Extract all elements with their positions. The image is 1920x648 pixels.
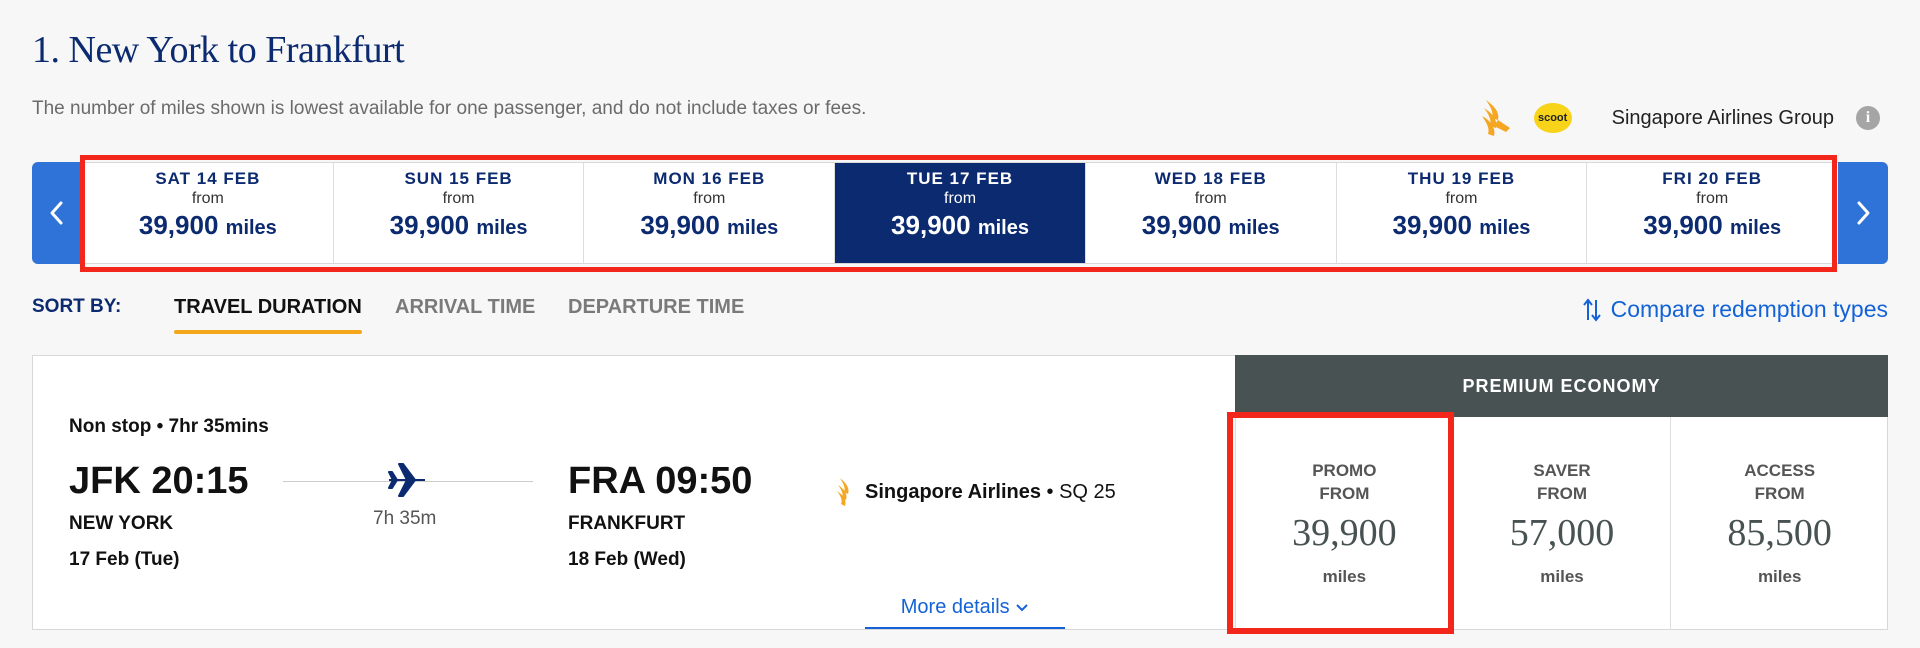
airline-group-filter: scoot Singapore Airlines Group i [1478, 98, 1880, 138]
sort-tab-travel-duration[interactable]: TRAVEL DURATION [174, 296, 362, 334]
date-strip-highlight-box [80, 155, 1837, 272]
cabin-class-header: PREMIUM ECONOMY [1235, 355, 1888, 417]
promo-fare-highlight-box [1227, 412, 1454, 634]
chevron-left-icon [50, 201, 63, 225]
fare-type: ACCESS [1744, 461, 1816, 480]
airline-group-label: Singapore Airlines Group [1611, 106, 1834, 129]
chevron-down-icon [1016, 604, 1028, 612]
fare-unit: miles [1757, 567, 1802, 586]
previous-dates-button[interactable] [32, 162, 82, 264]
flight-result-card: Non stop • 7hr 35mins JFK 20:15 NEW YORK… [32, 355, 1888, 630]
flight-number: • SQ 25 [1046, 480, 1116, 503]
sort-bar: SORT BY: TRAVEL DURATION ARRIVAL TIME DE… [32, 296, 1888, 338]
info-icon[interactable]: i [1856, 106, 1880, 130]
compare-label: Compare redemption types [1610, 296, 1888, 322]
sort-label: SORT BY: [32, 296, 122, 317]
airplane-icon [388, 463, 425, 497]
chevron-right-icon [1857, 201, 1870, 225]
airline-name: Singapore Airlines [865, 480, 1041, 503]
departure-city: NEW YORK [69, 513, 174, 534]
stops-duration: Non stop • 7hr 35mins [69, 416, 269, 437]
fare-from-label: FROM [1754, 484, 1805, 503]
sort-arrows-icon [1582, 297, 1601, 322]
singapore-airlines-logo-icon [837, 478, 849, 506]
fare-option-saver[interactable]: SAVER FROM 57,000 miles [1452, 417, 1671, 630]
sort-tab-departure-time[interactable]: DEPARTURE TIME [568, 296, 744, 319]
more-details-link[interactable]: More details [865, 596, 1065, 629]
arrival-time: FRA 09:50 [568, 460, 753, 502]
arrival-city: FRANKFURT [568, 513, 686, 534]
departure-time: JFK 20:15 [69, 460, 249, 502]
fare-unit: miles [1540, 567, 1584, 586]
fare-miles: 85,500 [1727, 512, 1832, 554]
arrival-date: 18 Feb (Wed) [568, 549, 686, 570]
fare-type: SAVER [1533, 461, 1591, 480]
operating-carrier: Singapore Airlines • SQ 25 [835, 477, 1116, 507]
fare-option-access[interactable]: ACCESS FROM 85,500 miles [1670, 417, 1888, 630]
fare-from-label: FROM [1536, 484, 1588, 503]
page-title: 1. New York to Frankfurt [32, 29, 405, 71]
flight-duration: 7h 35m [373, 508, 437, 529]
singapore-airlines-logo-icon [1481, 100, 1510, 136]
departure-date: 17 Feb (Tue) [69, 549, 180, 570]
sort-tab-arrival-time[interactable]: ARRIVAL TIME [395, 296, 535, 319]
more-details-label: More details [900, 596, 1010, 618]
miles-disclaimer: The number of miles shown is lowest avai… [32, 98, 867, 119]
next-dates-button[interactable] [1838, 162, 1888, 264]
compare-redemption-link[interactable]: Compare redemption types [1582, 296, 1888, 323]
scoot-logo-icon: scoot [1533, 103, 1572, 133]
fare-miles: 57,000 [1509, 512, 1615, 554]
